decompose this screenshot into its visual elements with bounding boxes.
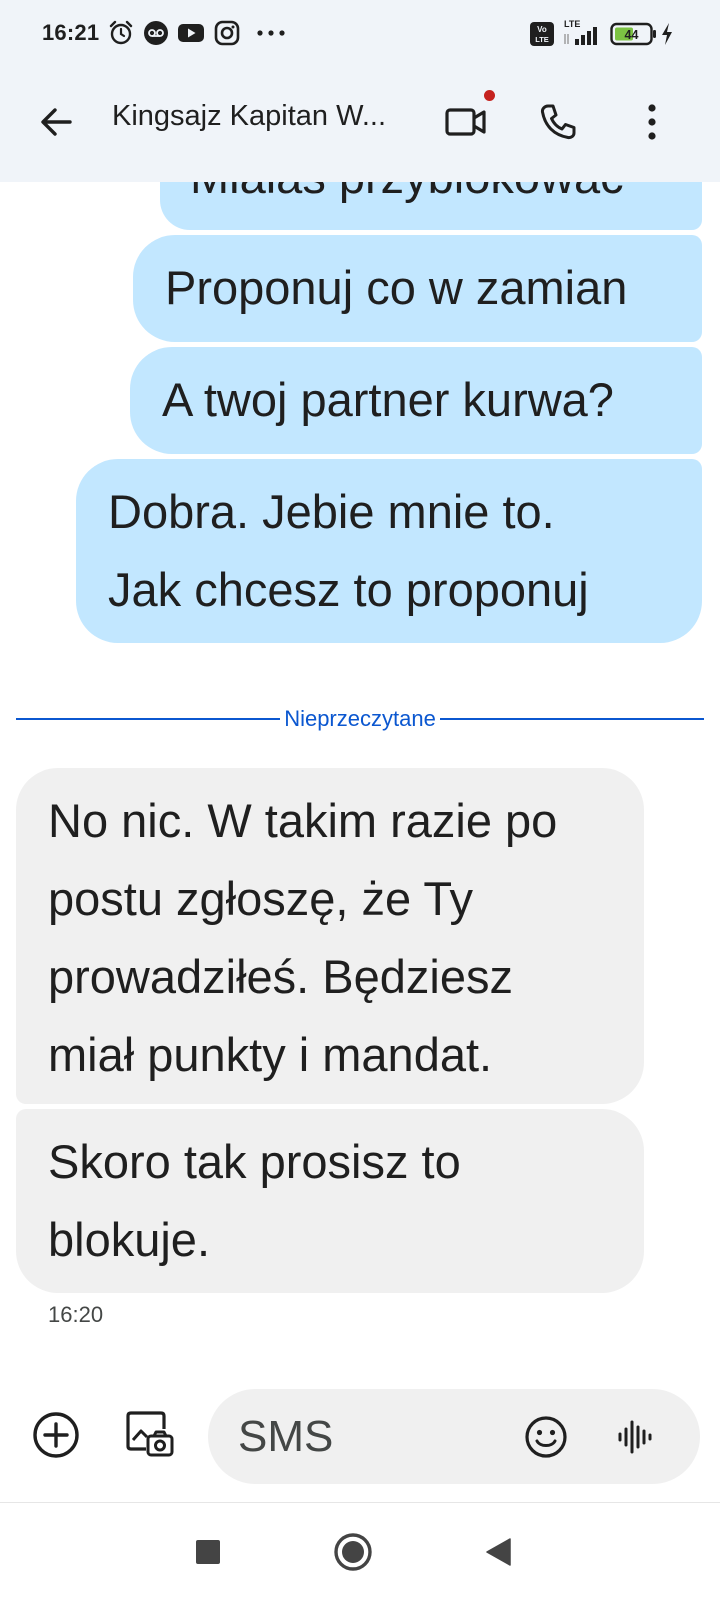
lte-signal-icon: LTE xyxy=(562,18,604,48)
battery-icon: 44 xyxy=(610,22,658,46)
back-nav-button[interactable] xyxy=(476,1529,522,1575)
emoji-button[interactable] xyxy=(518,1409,574,1465)
voicemail-icon xyxy=(143,20,169,46)
photo-camera-icon xyxy=(126,1411,174,1457)
waveform-icon xyxy=(618,1420,652,1454)
divider-line xyxy=(16,718,281,720)
status-time: 16:21 xyxy=(42,20,100,45)
outgoing-message[interactable]: A twoj partner kurwa? xyxy=(130,347,702,454)
gallery-camera-button[interactable] xyxy=(120,1405,180,1465)
outgoing-message[interactable]: Dobra. Jebie mnie to. Jak chcesz to prop… xyxy=(76,459,702,643)
back-arrow-icon xyxy=(41,108,72,136)
alarm-icon xyxy=(108,20,134,46)
outgoing-message[interactable]: Proponuj co w zamian xyxy=(133,235,702,342)
more-options-button[interactable] xyxy=(624,94,680,150)
voice-call-button[interactable] xyxy=(530,94,586,150)
more-vert-icon xyxy=(648,104,656,140)
video-call-button[interactable] xyxy=(436,94,496,150)
recents-button[interactable] xyxy=(185,1529,231,1575)
unread-label: Nieprzeczytane xyxy=(284,706,436,731)
sms-input[interactable] xyxy=(238,1409,498,1464)
charging-icon xyxy=(660,22,674,46)
instagram-icon xyxy=(214,20,240,46)
add-attachment-button[interactable] xyxy=(28,1407,84,1463)
contact-name[interactable]: Kingsajz Kapitan W... xyxy=(112,100,402,133)
home-button[interactable] xyxy=(330,1529,376,1575)
volte-icon: Vo LTE xyxy=(530,22,554,46)
incoming-message[interactable]: No nic. W takim razie po postu zgłoszę, … xyxy=(16,768,644,1104)
back-triangle-icon xyxy=(486,1538,511,1566)
divider-line xyxy=(439,718,705,720)
youtube-icon xyxy=(177,20,205,46)
voice-message-button[interactable] xyxy=(608,1409,664,1465)
video-call-badge xyxy=(484,90,495,101)
svg-text:Vo: Vo xyxy=(537,25,547,34)
message-input-container[interactable] xyxy=(208,1389,700,1484)
messages-screen: 16:21 Vo LTE LTE 44 Kingsajz Kapitan W..… xyxy=(0,0,720,1600)
svg-text:44: 44 xyxy=(625,28,639,42)
back-button[interactable] xyxy=(28,94,84,150)
incoming-message[interactable]: Skoro tak prosisz to blokuje. xyxy=(16,1109,644,1293)
message-list[interactable]: Miałaś przyblokować Proponuj co w zamian… xyxy=(0,182,720,1387)
system-navigation-bar xyxy=(0,1502,720,1600)
svg-text:LTE: LTE xyxy=(564,19,580,29)
message-timestamp: 16:20 xyxy=(48,1302,104,1327)
status-bar: 16:21 Vo LTE LTE 44 xyxy=(0,0,720,70)
home-circle-icon xyxy=(334,1533,372,1571)
more-notifications-icon xyxy=(256,28,286,38)
unread-divider: Nieprzeczytane xyxy=(16,704,705,734)
video-camera-icon xyxy=(445,108,486,136)
phone-icon xyxy=(540,104,576,140)
conversation-header: Kingsajz Kapitan W... xyxy=(0,70,720,182)
recents-square-icon xyxy=(196,1540,220,1564)
svg-text:LTE: LTE xyxy=(535,35,549,44)
compose-bar xyxy=(0,1387,720,1502)
outgoing-message[interactable]: Miałaś przyblokować xyxy=(160,182,702,230)
emoji-icon xyxy=(525,1416,567,1458)
add-circle-icon xyxy=(33,1412,79,1458)
